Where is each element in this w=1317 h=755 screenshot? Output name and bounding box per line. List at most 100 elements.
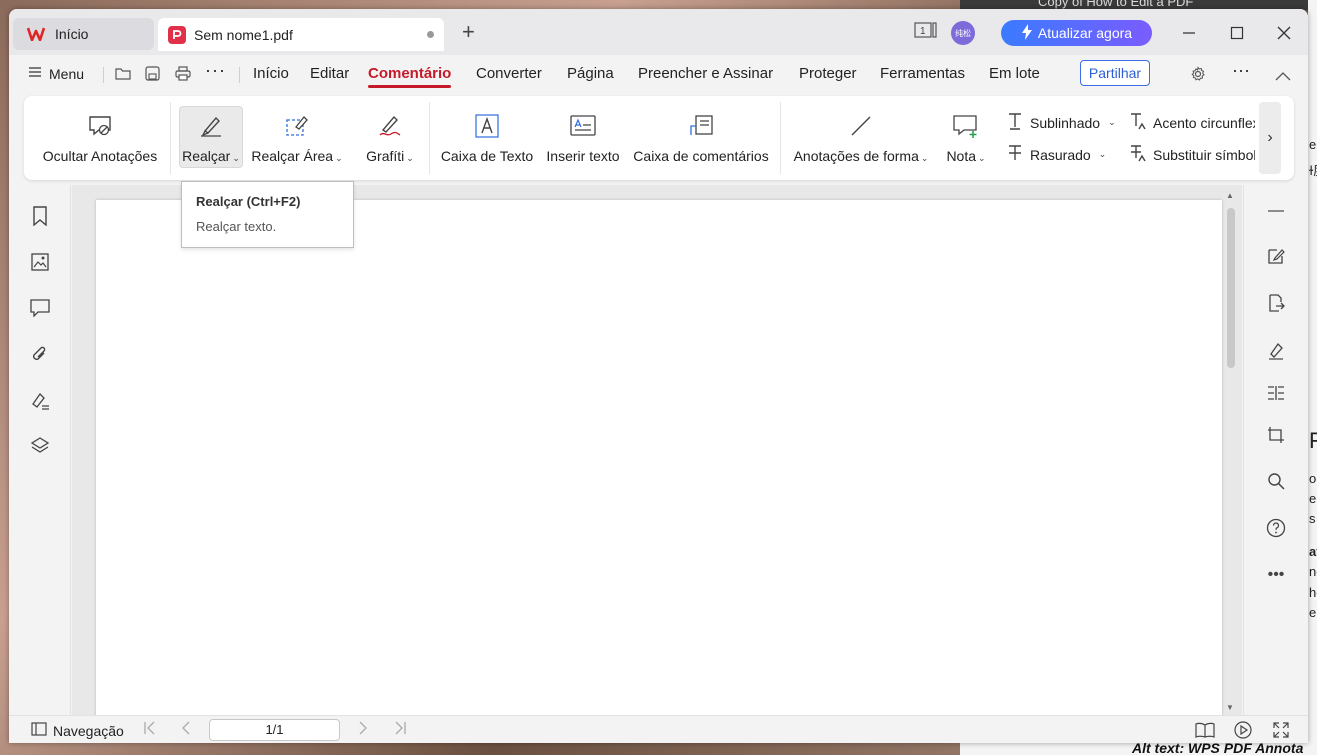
maximize-icon[interactable] xyxy=(1227,23,1247,43)
collapse-ribbon-icon[interactable] xyxy=(1275,68,1291,85)
graffiti-button[interactable]: Grafíti ⌄ xyxy=(360,96,420,180)
menu-tab-ferramentas[interactable]: Ferramentas xyxy=(880,65,965,82)
more-options-icon[interactable]: ··· xyxy=(1232,60,1250,81)
menu-tab-editar[interactable]: Editar xyxy=(310,65,349,82)
highlight-button[interactable]: Realçar ⌄ xyxy=(179,96,243,180)
fullscreen-icon[interactable] xyxy=(1271,720,1291,740)
menu-bar: Menu ··· Início Editar Comentário Conver… xyxy=(9,55,1308,93)
underline-button[interactable]: Sublinhado ⌄ xyxy=(1006,112,1116,133)
text-box-button[interactable]: Caixa de Texto xyxy=(438,96,536,180)
caret-annotation-button[interactable]: Acento circunflexo xyxy=(1129,112,1255,133)
menu-tab-proteger[interactable]: Proteger xyxy=(799,65,857,82)
chevron-down-icon[interactable]: ⌄ xyxy=(1108,117,1116,128)
signature-panel-icon[interactable] xyxy=(29,389,51,411)
more-tools-icon[interactable]: ••• xyxy=(1264,563,1288,587)
scroll-thumb[interactable] xyxy=(1227,208,1235,368)
pdf-page[interactable] xyxy=(96,200,1222,720)
help-icon[interactable] xyxy=(1264,516,1288,540)
save-icon[interactable] xyxy=(145,66,160,85)
tooltip-title: Realçar (Ctrl+F2) xyxy=(196,194,301,209)
tab-document[interactable]: Sem nome1.pdf xyxy=(158,18,444,51)
edit-note-icon[interactable] xyxy=(1264,244,1288,268)
text-box-label: Caixa de Texto xyxy=(440,148,534,164)
chevron-down-icon[interactable]: ⌄ xyxy=(232,153,240,163)
strikethrough-label: Rasurado xyxy=(1030,146,1091,163)
navigation-toggle[interactable]: Navegação xyxy=(31,722,124,739)
next-page-icon[interactable] xyxy=(358,721,368,738)
scroll-down-icon[interactable]: ▼ xyxy=(1226,703,1234,712)
area-highlight-icon xyxy=(284,112,310,140)
minimize-icon[interactable] xyxy=(1179,23,1199,43)
update-now-button[interactable]: Atualizar agora xyxy=(1001,20,1152,46)
menu-tab-converter[interactable]: Converter xyxy=(476,65,542,82)
caret-text-icon xyxy=(1129,112,1147,133)
comment-ribbon: Ocultar Anotações Realçar ⌄ Realçar Área ⌄… xyxy=(24,96,1294,180)
reading-mode-book-icon[interactable] xyxy=(1195,720,1215,740)
scroll-up-icon[interactable]: ▲ xyxy=(1226,191,1234,200)
chevron-down-icon[interactable]: ⌄ xyxy=(335,153,343,163)
last-page-icon[interactable] xyxy=(395,721,407,738)
hide-annotations-button[interactable]: Ocultar Anotações xyxy=(42,96,158,180)
app-window: Início Sem nome1.pdf + 1 纯松 Atualizar ag… xyxy=(9,9,1308,743)
play-slideshow-icon[interactable] xyxy=(1233,720,1253,740)
divider xyxy=(103,67,104,83)
replace-symbol-button[interactable]: Substituir símbolo xyxy=(1129,144,1255,165)
chevron-down-icon[interactable]: ⌄ xyxy=(406,153,414,163)
strikethrough-button[interactable]: Rasurado ⌄ xyxy=(1006,144,1106,165)
ribbon-divider xyxy=(170,102,171,174)
layers-icon[interactable] xyxy=(29,435,51,457)
first-page-icon[interactable] xyxy=(143,721,155,738)
attachment-icon[interactable] xyxy=(29,343,51,365)
thumbnail-image-icon[interactable] xyxy=(29,251,51,273)
crop-page-icon[interactable] xyxy=(1264,423,1288,447)
bookmark-icon[interactable] xyxy=(29,205,51,227)
sign-pen-icon[interactable] xyxy=(1264,339,1288,363)
share-button[interactable]: Partilhar xyxy=(1080,60,1150,86)
compare-columns-icon[interactable] xyxy=(1264,381,1288,405)
divider xyxy=(239,67,240,83)
ribbon-divider xyxy=(780,102,781,174)
unsaved-dot-icon[interactable] xyxy=(427,31,434,38)
print-icon[interactable] xyxy=(175,66,191,85)
page-number-input[interactable]: 1/1 xyxy=(209,719,340,741)
vertical-scrollbar[interactable]: ▲ ▼ xyxy=(1224,189,1238,715)
settings-gear-icon[interactable] xyxy=(1190,66,1206,86)
document-canvas[interactable] xyxy=(72,185,1242,720)
insert-text-label: Inserir texto xyxy=(546,148,620,164)
chevron-down-icon[interactable]: ⌄ xyxy=(978,153,986,163)
page-count-icon[interactable]: 1 xyxy=(914,21,938,39)
comments-panel-icon[interactable] xyxy=(29,297,51,319)
search-icon[interactable] xyxy=(1264,469,1288,493)
ribbon-scroll-right-icon[interactable]: › xyxy=(1259,102,1281,174)
background-text-fragment: e xyxy=(1309,491,1317,506)
background-text-fragment: F xyxy=(1309,428,1317,453)
open-folder-icon[interactable] xyxy=(115,66,131,84)
export-document-icon[interactable] xyxy=(1264,291,1288,315)
replace-symbol-icon xyxy=(1129,144,1147,165)
shape-annotations-button[interactable]: Anotações de forma ⌄ xyxy=(792,96,930,180)
chevron-down-icon[interactable]: ⌄ xyxy=(921,153,929,163)
update-now-label: Atualizar agora xyxy=(1037,25,1133,41)
area-highlight-button[interactable]: Realçar Área ⌄ xyxy=(251,96,343,180)
tab-home[interactable]: Início xyxy=(13,18,154,50)
background-text-fragment: ɫ度 xyxy=(1309,163,1317,178)
close-icon[interactable] xyxy=(1274,23,1294,43)
menu-tab-inicio[interactable]: Início xyxy=(253,65,289,82)
avatar[interactable]: 纯松 xyxy=(951,21,975,45)
comment-box-icon xyxy=(688,112,714,140)
insert-text-button[interactable]: Inserir texto xyxy=(542,96,624,180)
more-icon[interactable]: ··· xyxy=(205,60,226,81)
previous-page-icon[interactable] xyxy=(181,721,191,738)
new-tab-button[interactable]: + xyxy=(462,21,475,43)
graffiti-pen-icon xyxy=(377,112,403,140)
menu-tab-em-lote[interactable]: Em lote xyxy=(989,65,1040,82)
chevron-down-icon[interactable]: ⌄ xyxy=(1099,149,1107,160)
menu-tab-comentario[interactable]: Comentário xyxy=(368,65,452,88)
comment-box-button[interactable]: Caixa de comentários xyxy=(631,96,771,180)
menu-tab-pagina[interactable]: Página xyxy=(567,65,614,82)
note-button[interactable]: Nota ⌄ xyxy=(940,96,992,180)
tab-document-label: Sem nome1.pdf xyxy=(194,26,293,43)
menu-button[interactable]: Menu xyxy=(29,65,84,82)
collapse-panel-icon[interactable] xyxy=(1264,199,1288,223)
menu-tab-preencher-assinar[interactable]: Preencher e Assinar xyxy=(638,65,773,82)
